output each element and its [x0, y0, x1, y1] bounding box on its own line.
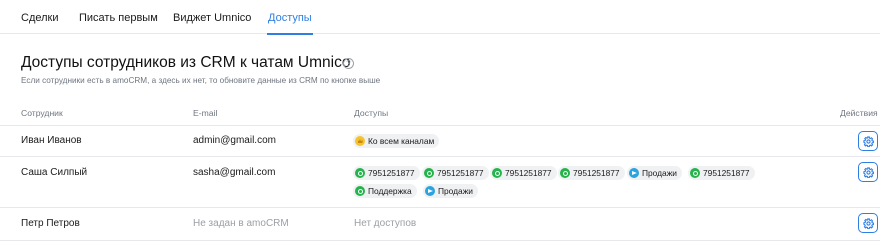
access-chip-label: 7951251877: [505, 168, 552, 178]
tab-umnico-widget[interactable]: Виджет Umnico: [173, 12, 251, 24]
employee-name: Петр Петров: [21, 218, 80, 229]
whatsapp-icon: [355, 168, 365, 178]
no-access-text: Нет доступов: [354, 218, 417, 229]
column-header-employee: Сотрудник: [21, 108, 63, 118]
gear-icon: [862, 217, 874, 229]
employee-email: Не задан в amoCRM: [193, 218, 289, 229]
access-chip: 7951251877: [558, 166, 625, 180]
access-chip-label: Ко всем каналам: [368, 136, 435, 146]
access-chip: Поддержка: [353, 184, 417, 198]
telegram-icon: [425, 186, 435, 196]
gear-icon: [862, 135, 874, 147]
telegram-icon: [629, 168, 639, 178]
tab-bar: Сделки Писать первым Виджет Umnico Досту…: [0, 0, 880, 35]
access-chip-label: 7951251877: [573, 168, 620, 178]
access-chip: 7951251877: [490, 166, 557, 180]
access-chip-label: Продажи: [438, 186, 473, 196]
whatsapp-icon: [560, 168, 570, 178]
access-chip-label: 7951251877: [368, 168, 415, 178]
access-chip-label: Продажи: [642, 168, 677, 178]
employee-email: admin@gmail.com: [193, 135, 276, 146]
access-chip: 7951251877: [688, 166, 755, 180]
access-chip: Продажи: [423, 184, 478, 198]
help-icon[interactable]: ?: [343, 58, 354, 69]
page-subtitle: Если сотрудники есть в amoCRM, а здесь и…: [21, 76, 381, 85]
access-chip: 7951251877: [422, 166, 489, 180]
employee-name: Саша Силпый: [21, 167, 88, 178]
whatsapp-icon: [690, 168, 700, 178]
access-chip-label: 7951251877: [437, 168, 484, 178]
whatsapp-icon: [492, 168, 502, 178]
divider: [0, 240, 880, 241]
settings-button[interactable]: [858, 131, 878, 151]
employee-name: Иван Иванов: [21, 135, 82, 146]
settings-button[interactable]: [858, 162, 878, 182]
access-chip: 7951251877: [353, 166, 420, 180]
tab-access[interactable]: Доступы: [267, 12, 313, 35]
column-header-email: E-mail: [193, 108, 218, 118]
access-chip: Ко всем каналам: [353, 134, 440, 148]
whatsapp-icon: [424, 168, 434, 178]
settings-button[interactable]: [858, 213, 878, 233]
access-chip: Продажи: [627, 166, 682, 180]
crown-icon: [355, 136, 365, 146]
divider: [0, 125, 880, 126]
tab-write-first[interactable]: Писать первым: [79, 12, 158, 24]
access-chip-label: Поддержка: [368, 186, 412, 196]
column-header-actions: Действия: [840, 108, 878, 118]
employee-email: sasha@gmail.com: [193, 167, 276, 178]
page-title: Доступы сотрудников из CRM к чатам Umnic…: [21, 54, 351, 71]
access-chip-label: 7951251877: [703, 168, 750, 178]
tab-deals[interactable]: Сделки: [21, 12, 59, 24]
column-header-access: Доступы: [354, 108, 389, 118]
whatsapp-icon: [355, 186, 365, 196]
gear-icon: [862, 166, 874, 178]
divider: [0, 207, 880, 208]
divider: [0, 156, 880, 157]
